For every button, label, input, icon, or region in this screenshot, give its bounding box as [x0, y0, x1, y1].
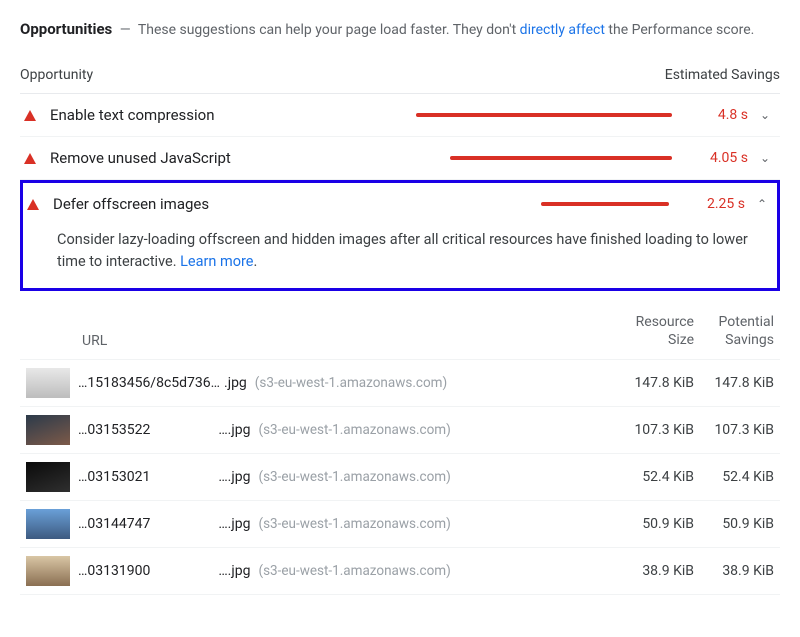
url-host: (s3-eu-west-1.amazonaws.com)	[258, 516, 450, 532]
potential-savings: 52.4 KiB	[694, 469, 774, 485]
url-ext: .jpg	[224, 375, 247, 391]
th-url: URL	[78, 333, 614, 349]
savings-bar	[416, 113, 672, 117]
chevron-down-icon[interactable]: ⌄	[756, 151, 774, 165]
resource-size: 38.9 KiB	[614, 563, 694, 579]
url-ext: ….jpg	[218, 563, 250, 579]
url-prefix: …15183456/8c5d736…	[78, 375, 220, 391]
opportunity-row[interactable]: Enable text compression 4.8 s ⌄	[20, 94, 780, 137]
subtitle-pre: These suggestions can help your page loa…	[138, 22, 520, 38]
subtitle-post: the Performance score.	[605, 22, 754, 38]
potential-savings: 147.8 KiB	[694, 375, 774, 391]
opportunity-label: Remove unused JavaScript	[50, 149, 231, 167]
col-savings: Estimated Savings	[665, 67, 780, 83]
url-prefix: …03153021	[78, 469, 150, 485]
warning-triangle-icon	[24, 153, 36, 164]
section-subtitle: These suggestions can help your page loa…	[138, 22, 754, 38]
url-ext: ….jpg	[218, 469, 250, 485]
th-size: Resource Size	[614, 313, 694, 349]
opportunity-row[interactable]: Remove unused JavaScript 4.05 s ⌄	[20, 137, 780, 180]
opportunity-time: 4.8 s	[692, 107, 748, 123]
thumbnail-icon	[26, 462, 70, 492]
resource-size: 147.8 KiB	[614, 375, 694, 391]
desc-post: .	[253, 253, 257, 270]
opportunity-time: 2.25 s	[689, 196, 745, 212]
directly-affect-link[interactable]: directly affect	[520, 22, 605, 38]
dash: —	[120, 22, 131, 38]
url-cell[interactable]: …03153021 ….jpg (s3-eu-west-1.amazonaws.c…	[78, 469, 614, 485]
thumbnail-icon	[26, 509, 70, 539]
url-host: (s3-eu-west-1.amazonaws.com)	[258, 422, 450, 438]
resource-size: 107.3 KiB	[614, 422, 694, 438]
highlighted-opportunity: Defer offscreen images 2.25 s ⌃ Consider…	[20, 180, 780, 291]
savings-bar	[450, 156, 672, 160]
resource-size: 52.4 KiB	[614, 469, 694, 485]
chevron-down-icon[interactable]: ⌄	[756, 108, 774, 122]
url-ext: ….jpg	[218, 422, 250, 438]
resource-table: URL Resource Size Potential Savings …151…	[20, 307, 780, 595]
potential-savings: 107.3 KiB	[694, 422, 774, 438]
url-host: (s3-eu-west-1.amazonaws.com)	[258, 469, 450, 485]
opportunity-row[interactable]: Defer offscreen images 2.25 s ⌃	[23, 183, 777, 225]
desc-pre: Consider lazy-loading offscreen and hidd…	[57, 231, 748, 270]
section-title: Opportunities	[20, 20, 112, 38]
column-headers: Opportunity Estimated Savings	[20, 61, 780, 94]
url-host: (s3-eu-west-1.amazonaws.com)	[255, 375, 447, 391]
table-row: …15183456/8c5d736….jpg (s3-eu-west-1.ama…	[20, 360, 780, 407]
learn-more-link[interactable]: Learn more	[180, 253, 253, 270]
warning-triangle-icon	[24, 110, 36, 121]
col-opportunity: Opportunity	[20, 67, 93, 83]
chevron-up-icon[interactable]: ⌃	[753, 197, 771, 211]
potential-savings: 50.9 KiB	[694, 516, 774, 532]
url-cell[interactable]: …03131900 ….jpg (s3-eu-west-1.amazonaws.c…	[78, 563, 614, 579]
opportunity-label: Enable text compression	[50, 106, 215, 124]
savings-bar	[541, 202, 669, 206]
table-row: …03131900 ….jpg (s3-eu-west-1.amazonaws.c…	[20, 548, 780, 595]
thumbnail-icon	[26, 415, 70, 445]
opportunity-time: 4.05 s	[692, 150, 748, 166]
url-cell[interactable]: …03144747 ….jpg (s3-eu-west-1.amazonaws.c…	[78, 516, 614, 532]
url-cell[interactable]: …15183456/8c5d736….jpg (s3-eu-west-1.ama…	[78, 375, 614, 391]
opportunities-header: Opportunities — These suggestions can he…	[20, 18, 780, 41]
thumbnail-icon	[26, 556, 70, 586]
warning-triangle-icon	[27, 199, 39, 210]
table-header: URL Resource Size Potential Savings	[20, 307, 780, 360]
url-prefix: …03153522	[78, 422, 150, 438]
url-ext: ….jpg	[218, 516, 250, 532]
th-savings: Potential Savings	[694, 313, 774, 349]
url-cell[interactable]: …03153522 ….jpg (s3-eu-west-1.amazonaws.c…	[78, 422, 614, 438]
url-prefix: …03131900	[78, 563, 150, 579]
potential-savings: 38.9 KiB	[694, 563, 774, 579]
url-host: (s3-eu-west-1.amazonaws.com)	[258, 563, 450, 579]
opportunity-description: Consider lazy-loading offscreen and hidd…	[23, 225, 777, 288]
table-row: …03153522 ….jpg (s3-eu-west-1.amazonaws.c…	[20, 407, 780, 454]
thumbnail-icon	[26, 368, 70, 398]
url-prefix: …03144747	[78, 516, 150, 532]
resource-size: 50.9 KiB	[614, 516, 694, 532]
table-row: …03153021 ….jpg (s3-eu-west-1.amazonaws.c…	[20, 454, 780, 501]
table-row: …03144747 ….jpg (s3-eu-west-1.amazonaws.c…	[20, 501, 780, 548]
opportunity-label: Defer offscreen images	[53, 195, 209, 213]
